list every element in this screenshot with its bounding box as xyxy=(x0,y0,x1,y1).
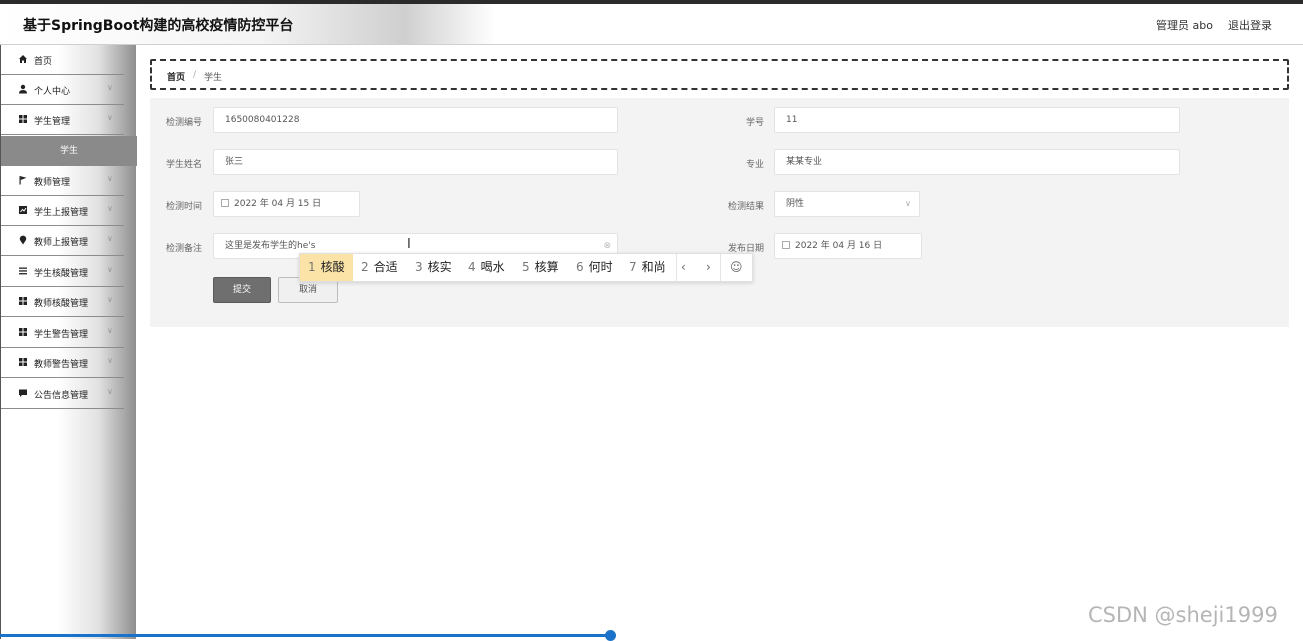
grid-icon xyxy=(18,327,28,337)
chevron-down-icon: ∨ xyxy=(905,199,911,208)
test-note-label: 检测备注 xyxy=(166,244,203,254)
ime-emoji-icon[interactable]: ☺ xyxy=(730,254,743,281)
sidebar-item-label: 教师上报管理 xyxy=(34,238,89,248)
sidebar: 首页 个人中心 ∨ 学生管理 ∨ 学生 教师管理 ∨ 学生上报管理 ∨ 教师上报… xyxy=(0,45,137,639)
test-no-field[interactable]: 1650080401228 xyxy=(213,107,618,133)
progress-bar xyxy=(0,634,611,637)
ime-candidate[interactable]: 3 核实 xyxy=(415,254,452,281)
ime-candidate[interactable]: 6 何时 xyxy=(576,254,613,281)
grid-icon xyxy=(18,296,28,306)
sidebar-item-label: 学生上报管理 xyxy=(34,208,89,218)
chevron-down-icon: ∨ xyxy=(107,234,113,243)
ime-candidate[interactable]: 7 和尚 xyxy=(629,254,666,281)
chevron-down-icon: ∨ xyxy=(107,326,113,335)
breadcrumb-current: 学生 xyxy=(204,73,223,83)
sidebar-item-student-management[interactable]: 学生管理 ∨ xyxy=(1,105,124,135)
sidebar-item-personal-center[interactable]: 个人中心 ∨ xyxy=(1,75,124,105)
ime-candidate[interactable]: 2 合适 xyxy=(361,254,398,281)
grid-icon xyxy=(18,114,28,124)
sidebar-item-teacher-nucleic[interactable]: 教师核酸管理 ∨ xyxy=(1,287,124,317)
test-time-label: 检测时间 xyxy=(166,202,203,212)
sidebar-item-label: 教师管理 xyxy=(34,178,71,188)
student-no-label: 学号 xyxy=(746,118,765,128)
calendar-icon xyxy=(782,241,790,249)
student-name-label: 学生姓名 xyxy=(166,160,203,170)
app-title: 基于SpringBoot构建的高校疫情防控平台 xyxy=(23,18,294,34)
test-time-datepicker[interactable]: 2022 年 04 月 15 日 xyxy=(213,191,360,217)
sidebar-item-home[interactable]: 首页 xyxy=(1,45,124,75)
sidebar-item-label: 个人中心 xyxy=(34,87,71,97)
chevron-down-icon: ∨ xyxy=(107,356,113,365)
home-icon xyxy=(18,54,28,64)
student-name-field[interactable]: 张三 xyxy=(213,149,618,175)
flag-icon xyxy=(18,175,28,185)
ime-next-page-icon[interactable]: › xyxy=(706,254,711,281)
breadcrumb-home-link[interactable]: 首页 xyxy=(167,70,185,83)
progress-knob[interactable] xyxy=(605,630,616,641)
ime-candidate[interactable]: 1 核酸 xyxy=(300,254,353,281)
location-icon xyxy=(18,235,28,245)
chevron-down-icon: ∨ xyxy=(107,295,113,304)
major-field[interactable]: 某某专业 xyxy=(774,149,1180,175)
chart-icon xyxy=(18,205,28,215)
sidebar-item-teacher-warning[interactable]: 教师警告管理 ∨ xyxy=(1,348,124,378)
ime-prev-page-icon[interactable]: ‹ xyxy=(681,254,686,281)
sidebar-item-teacher-management[interactable]: 教师管理 ∨ xyxy=(1,166,124,196)
publish-date-value: 2022 年 04 月 16 日 xyxy=(795,241,883,251)
watermark: CSDN @sheji1999 xyxy=(1088,603,1278,627)
test-time-value: 2022 年 04 月 15 日 xyxy=(234,199,322,209)
chevron-down-icon: ∨ xyxy=(107,204,113,213)
grid-icon xyxy=(18,357,28,367)
ime-divider xyxy=(676,254,677,281)
admin-user-label: 管理员 abo xyxy=(1156,19,1213,32)
sidebar-item-label: 教师核酸管理 xyxy=(34,299,89,309)
sidebar-item-student-report[interactable]: 学生上报管理 ∨ xyxy=(1,196,124,226)
publish-date-datepicker[interactable]: 2022 年 04 月 16 日 xyxy=(774,233,922,259)
chevron-down-icon: ∨ xyxy=(107,387,113,396)
sidebar-item-teacher-report[interactable]: 教师上报管理 ∨ xyxy=(1,226,124,256)
chevron-down-icon: ∨ xyxy=(107,83,113,92)
sidebar-item-student-nucleic[interactable]: 学生核酸管理 ∨ xyxy=(1,257,124,287)
message-icon xyxy=(18,388,28,398)
ime-divider xyxy=(720,254,721,281)
chevron-down-icon: ∨ xyxy=(107,113,113,122)
test-result-label: 检测结果 xyxy=(728,202,765,212)
test-result-value: 阴性 xyxy=(786,199,805,209)
sidebar-item-announcement[interactable]: 公告信息管理 ∨ xyxy=(1,379,124,409)
test-note-value: 这里是发布学生的he's xyxy=(225,241,316,251)
sidebar-item-label: 学生核酸管理 xyxy=(34,269,89,279)
list-icon xyxy=(18,266,28,276)
sidebar-item-label: 教师警告管理 xyxy=(34,360,89,370)
breadcrumb: 首页 / 学生 xyxy=(150,59,1289,90)
sidebar-item-label: 首页 xyxy=(34,57,53,67)
sidebar-subitem-student[interactable]: 学生 xyxy=(1,136,137,166)
student-no-field[interactable]: 11 xyxy=(774,107,1180,133)
submit-button[interactable]: 提交 xyxy=(213,277,271,303)
sidebar-item-student-warning[interactable]: 学生警告管理 ∨ xyxy=(1,318,124,348)
text-cursor-icon: I xyxy=(407,237,411,252)
ime-candidate[interactable]: 4 喝水 xyxy=(468,254,505,281)
sidebar-item-label: 学生警告管理 xyxy=(34,330,89,340)
ime-candidate[interactable]: 5 核算 xyxy=(522,254,559,281)
test-no-label: 检测编号 xyxy=(166,118,203,128)
user-icon xyxy=(18,84,28,94)
chevron-down-icon: ∨ xyxy=(107,174,113,183)
sidebar-item-label: 公告信息管理 xyxy=(34,391,89,401)
breadcrumb-separator: / xyxy=(193,70,197,80)
chevron-down-icon: ∨ xyxy=(107,265,113,274)
logout-link[interactable]: 退出登录 xyxy=(1228,17,1272,33)
test-result-select[interactable]: 阴性 ∨ xyxy=(774,191,920,217)
top-header: 基于SpringBoot构建的高校疫情防控平台 管理员 abo 退出登录 xyxy=(0,4,1303,45)
calendar-icon xyxy=(221,199,229,207)
major-label: 专业 xyxy=(746,160,765,170)
ime-candidate-bar: 1 核酸 2 合适 3 核实 4 喝水 5 核算 6 何时 7 和尚 ‹ › ☺ xyxy=(299,253,753,282)
sidebar-item-label: 学生管理 xyxy=(34,117,71,127)
